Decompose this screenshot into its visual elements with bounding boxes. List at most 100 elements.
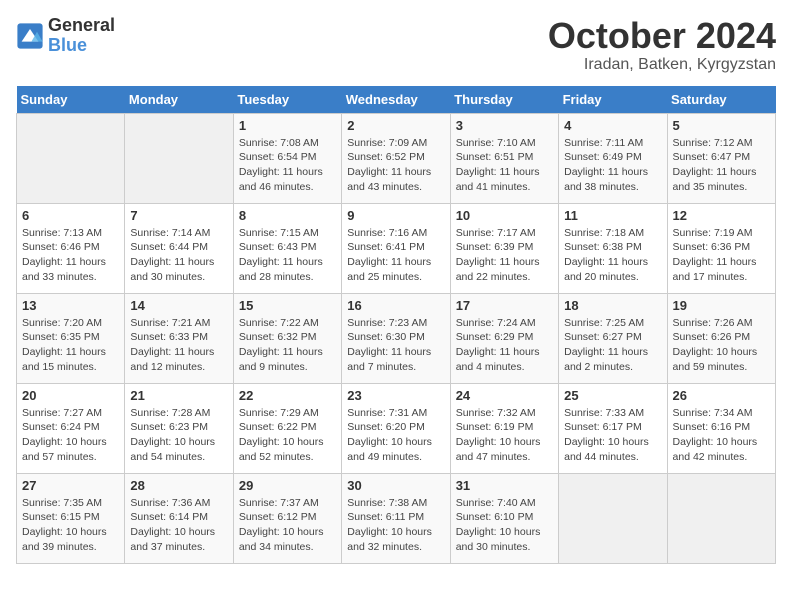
day-detail: Sunrise: 7:33 AMSunset: 6:17 PMDaylight:… [564, 406, 661, 465]
calendar-cell [125, 113, 233, 203]
dow-header-sunday: Sunday [17, 86, 125, 114]
day-number: 16 [347, 298, 444, 313]
day-number: 18 [564, 298, 661, 313]
day-number: 14 [130, 298, 227, 313]
day-number: 20 [22, 388, 119, 403]
calendar-cell: 12 Sunrise: 7:19 AMSunset: 6:36 PMDayligh… [667, 203, 775, 293]
calendar-cell: 17Sunrise: 7:24 AMSunset: 6:29 PMDayligh… [450, 293, 558, 383]
page-header: General Blue October 2024 Iradan, Batken… [16, 16, 776, 74]
calendar-cell: 21 Sunrise: 7:28 AMSunset: 6:23 PMDayligh… [125, 383, 233, 473]
day-detail: Sunrise: 7:36 AMSunset: 6:14 PMDaylight:… [130, 496, 227, 555]
calendar-cell: 20Sunrise: 7:27 AMSunset: 6:24 PMDayligh… [17, 383, 125, 473]
day-number: 21 [130, 388, 227, 403]
calendar-cell: 25 Sunrise: 7:33 AMSunset: 6:17 PMDayligh… [559, 383, 667, 473]
day-detail: Sunrise: 7:14 AMSunset: 6:44 PMDaylight:… [130, 226, 227, 285]
dow-header-friday: Friday [559, 86, 667, 114]
day-detail: Sunrise: 7:25 AMSunset: 6:27 PMDaylight:… [564, 316, 661, 375]
calendar-cell: 16 Sunrise: 7:23 AMSunset: 6:30 PMDayligh… [342, 293, 450, 383]
calendar-cell: 28 Sunrise: 7:36 AMSunset: 6:14 PMDayligh… [125, 473, 233, 563]
calendar-cell: 24Sunrise: 7:32 AMSunset: 6:19 PMDayligh… [450, 383, 558, 473]
days-of-week-header: SundayMondayTuesdayWednesdayThursdayFrid… [17, 86, 776, 114]
day-number: 23 [347, 388, 444, 403]
calendar-cell: 11 Sunrise: 7:18 AMSunset: 6:38 PMDayligh… [559, 203, 667, 293]
day-detail: Sunrise: 7:26 AMSunset: 6:26 PMDaylight:… [673, 316, 770, 375]
day-detail: Sunrise: 7:16 AMSunset: 6:41 PMDaylight:… [347, 226, 444, 285]
month-title: October 2024 [548, 16, 776, 56]
calendar-cell [667, 473, 775, 563]
title-block: October 2024 Iradan, Batken, Kyrgyzstan [548, 16, 776, 74]
day-detail: Sunrise: 7:40 AMSunset: 6:10 PMDaylight:… [456, 496, 553, 555]
day-detail: Sunrise: 7:18 AMSunset: 6:38 PMDaylight:… [564, 226, 661, 285]
calendar-cell: 4Sunrise: 7:11 AMSunset: 6:49 PMDaylight… [559, 113, 667, 203]
day-detail: Sunrise: 7:23 AMSunset: 6:30 PMDaylight:… [347, 316, 444, 375]
dow-header-thursday: Thursday [450, 86, 558, 114]
calendar-cell: 26Sunrise: 7:34 AMSunset: 6:16 PMDayligh… [667, 383, 775, 473]
day-detail: Sunrise: 7:17 AMSunset: 6:39 PMDaylight:… [456, 226, 553, 285]
calendar-cell: 6Sunrise: 7:13 AMSunset: 6:46 PMDaylight… [17, 203, 125, 293]
calendar-week-4: 20Sunrise: 7:27 AMSunset: 6:24 PMDayligh… [17, 383, 776, 473]
calendar-table: SundayMondayTuesdayWednesdayThursdayFrid… [16, 86, 776, 564]
calendar-cell: 27Sunrise: 7:35 AMSunset: 6:15 PMDayligh… [17, 473, 125, 563]
dow-header-tuesday: Tuesday [233, 86, 341, 114]
calendar-cell: 3 Sunrise: 7:10 AMSunset: 6:51 PMDaylight… [450, 113, 558, 203]
calendar-cell: 7 Sunrise: 7:14 AMSunset: 6:44 PMDaylight… [125, 203, 233, 293]
day-detail: Sunrise: 7:38 AMSunset: 6:11 PMDaylight:… [347, 496, 444, 555]
dow-header-monday: Monday [125, 86, 233, 114]
day-number: 19 [673, 298, 770, 313]
calendar-cell: 5 Sunrise: 7:12 AMSunset: 6:47 PMDaylight… [667, 113, 775, 203]
logo-line2: Blue [48, 36, 115, 56]
day-detail: Sunrise: 7:35 AMSunset: 6:15 PMDaylight:… [22, 496, 119, 555]
day-number: 30 [347, 478, 444, 493]
calendar-cell: 2 Sunrise: 7:09 AMSunset: 6:52 PMDaylight… [342, 113, 450, 203]
day-detail: Sunrise: 7:08 AMSunset: 6:54 PMDaylight:… [239, 136, 336, 195]
calendar-cell: 14Sunrise: 7:21 AMSunset: 6:33 PMDayligh… [125, 293, 233, 383]
calendar-cell: 9 Sunrise: 7:16 AMSunset: 6:41 PMDaylight… [342, 203, 450, 293]
day-detail: Sunrise: 7:31 AMSunset: 6:20 PMDaylight:… [347, 406, 444, 465]
day-number: 12 [673, 208, 770, 223]
logo-line1: General [48, 16, 115, 36]
calendar-cell: 29 Sunrise: 7:37 AMSunset: 6:12 PMDayligh… [233, 473, 341, 563]
day-detail: Sunrise: 7:19 AMSunset: 6:36 PMDaylight:… [673, 226, 770, 285]
day-number: 22 [239, 388, 336, 403]
calendar-cell: 19 Sunrise: 7:26 AMSunset: 6:26 PMDayligh… [667, 293, 775, 383]
day-number: 3 [456, 118, 553, 133]
day-number: 9 [347, 208, 444, 223]
day-detail: Sunrise: 7:22 AMSunset: 6:32 PMDaylight:… [239, 316, 336, 375]
day-detail: Sunrise: 7:37 AMSunset: 6:12 PMDaylight:… [239, 496, 336, 555]
day-detail: Sunrise: 7:34 AMSunset: 6:16 PMDaylight:… [673, 406, 770, 465]
day-number: 28 [130, 478, 227, 493]
calendar-week-3: 13Sunrise: 7:20 AMSunset: 6:35 PMDayligh… [17, 293, 776, 383]
day-detail: Sunrise: 7:29 AMSunset: 6:22 PMDaylight:… [239, 406, 336, 465]
day-number: 8 [239, 208, 336, 223]
calendar-cell: 10 Sunrise: 7:17 AMSunset: 6:39 PMDayligh… [450, 203, 558, 293]
day-number: 7 [130, 208, 227, 223]
day-detail: Sunrise: 7:09 AMSunset: 6:52 PMDaylight:… [347, 136, 444, 195]
day-detail: Sunrise: 7:15 AMSunset: 6:43 PMDaylight:… [239, 226, 336, 285]
calendar-week-5: 27Sunrise: 7:35 AMSunset: 6:15 PMDayligh… [17, 473, 776, 563]
logo: General Blue [16, 16, 115, 56]
day-number: 29 [239, 478, 336, 493]
day-number: 15 [239, 298, 336, 313]
calendar-cell [559, 473, 667, 563]
day-number: 25 [564, 388, 661, 403]
day-number: 11 [564, 208, 661, 223]
calendar-cell: 18 Sunrise: 7:25 AMSunset: 6:27 PMDayligh… [559, 293, 667, 383]
calendar-cell: 8 Sunrise: 7:15 AMSunset: 6:43 PMDaylight… [233, 203, 341, 293]
calendar-cell: 15 Sunrise: 7:22 AMSunset: 6:32 PMDayligh… [233, 293, 341, 383]
day-number: 4 [564, 118, 661, 133]
day-detail: Sunrise: 7:13 AMSunset: 6:46 PMDaylight:… [22, 226, 119, 285]
calendar-cell: 1 Sunrise: 7:08 AMSunset: 6:54 PMDaylight… [233, 113, 341, 203]
calendar-cell: 23 Sunrise: 7:31 AMSunset: 6:20 PMDayligh… [342, 383, 450, 473]
day-detail: Sunrise: 7:28 AMSunset: 6:23 PMDaylight:… [130, 406, 227, 465]
day-detail: Sunrise: 7:24 AMSunset: 6:29 PMDaylight:… [456, 316, 553, 375]
day-detail: Sunrise: 7:12 AMSunset: 6:47 PMDaylight:… [673, 136, 770, 195]
logo-text: General Blue [48, 16, 115, 56]
day-number: 2 [347, 118, 444, 133]
day-number: 5 [673, 118, 770, 133]
day-number: 1 [239, 118, 336, 133]
dow-header-wednesday: Wednesday [342, 86, 450, 114]
day-number: 10 [456, 208, 553, 223]
calendar-body: 1 Sunrise: 7:08 AMSunset: 6:54 PMDaylight… [17, 113, 776, 563]
day-detail: Sunrise: 7:32 AMSunset: 6:19 PMDaylight:… [456, 406, 553, 465]
day-detail: Sunrise: 7:10 AMSunset: 6:51 PMDaylight:… [456, 136, 553, 195]
